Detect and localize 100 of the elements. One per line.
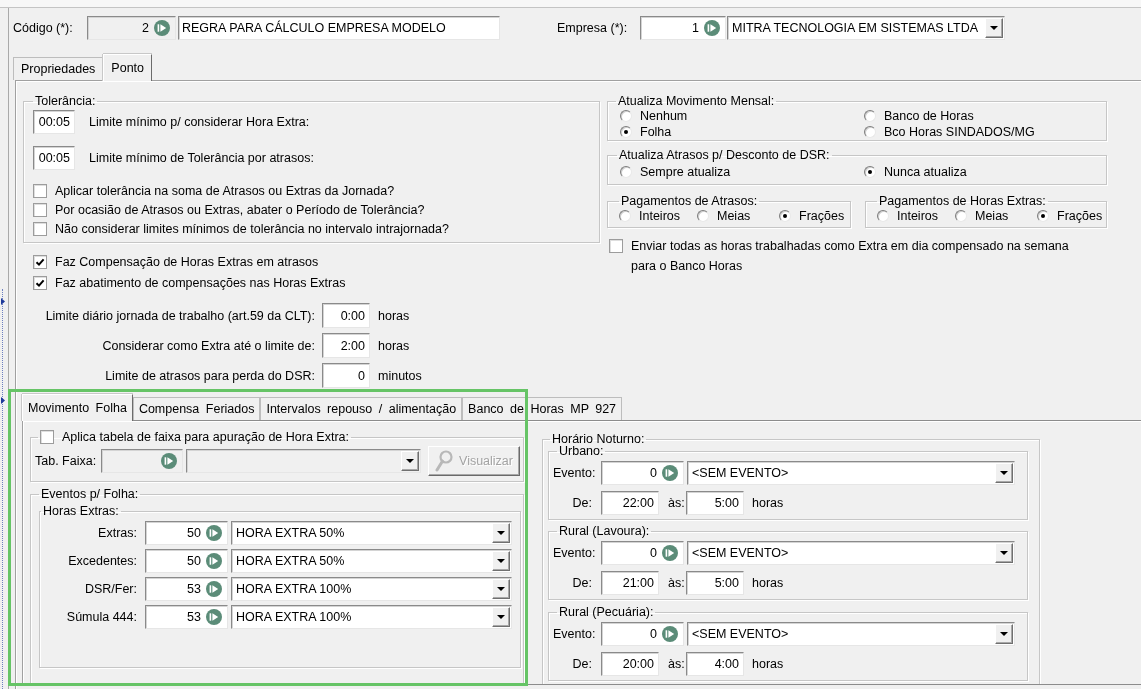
play-circle-icon[interactable] (662, 545, 678, 561)
radio-button[interactable] (620, 126, 632, 138)
dropdown-button[interactable] (995, 543, 1013, 563)
caret-icon (1000, 551, 1008, 555)
dropdown[interactable]: <SEM EVENTO> (687, 541, 1015, 565)
play-circle-icon[interactable] (206, 581, 222, 597)
unit-label: horas (752, 496, 784, 510)
dropdown-button[interactable] (995, 463, 1013, 483)
dropdown-button[interactable] (995, 624, 1013, 644)
tab[interactable]: Movimento Folha (22, 394, 133, 421)
caret-icon (497, 559, 505, 563)
radio-label: Nenhum (640, 109, 688, 123)
dropdown[interactable]: MITRA TECNOLOGIA EM SISTEMAS LTDA (727, 16, 1005, 40)
caret-icon (497, 531, 505, 535)
code-field[interactable]: 50 (145, 549, 228, 573)
play-circle-icon[interactable] (206, 525, 222, 541)
checkbox-label: Enviar todas as horas trabalhadas como Extra em dia compensado na semana para o Banco Horas (631, 238, 1070, 275)
field-label: Limite diário jornada de trabalho (art.59 da CLT): (44, 308, 315, 323)
radio-button[interactable] (779, 210, 791, 222)
checkbox-label: Aplicar tolerância na soma de Atrasos ou Extras da Jornada? (55, 183, 395, 198)
play-circle-icon[interactable] (662, 626, 678, 642)
radio-button[interactable] (877, 210, 889, 222)
code-field[interactable]: 0 (601, 461, 684, 485)
dropdown-button[interactable] (492, 579, 510, 599)
radio-button[interactable] (864, 166, 876, 178)
code-field[interactable]: 2 (87, 16, 176, 40)
radio-label: Meias (975, 209, 1009, 223)
search-icon (435, 450, 453, 472)
checkbox-label: Por ocasião de Atrasos ou Extras, abater o Período de Tolerância? (55, 202, 425, 217)
play-circle-icon[interactable] (206, 553, 222, 569)
text-field[interactable]: REGRA PARA CÁLCULO EMPRESA MODELO (178, 16, 500, 40)
tab[interactable]: Ponto (103, 54, 153, 81)
caret-icon (497, 587, 505, 591)
caret-icon (497, 615, 505, 619)
group-title: Eventos p/ Folha: (40, 487, 140, 501)
checkbox[interactable] (33, 183, 47, 198)
dropdown[interactable]: <SEM EVENTO> (687, 622, 1015, 646)
checkbox[interactable] (33, 254, 47, 269)
radio-button[interactable] (864, 126, 876, 138)
dropdown[interactable]: <SEM EVENTO> (687, 461, 1015, 485)
checkbox-label: Faz Compensação de Horas Extras em atrasos (55, 254, 319, 269)
time-field[interactable]: 00:05 (33, 146, 75, 170)
code-field[interactable]: 53 (145, 605, 228, 629)
code-field[interactable]: 50 (145, 521, 228, 545)
unit-label: minutos (378, 368, 422, 383)
checkbox[interactable] (33, 275, 47, 290)
dropdown-button[interactable] (492, 551, 510, 571)
radio-button[interactable] (620, 166, 632, 178)
dropdown-button[interactable] (985, 18, 1003, 38)
play-circle-icon[interactable] (154, 20, 170, 36)
number-field[interactable]: 0 (322, 363, 370, 388)
field-label: De: (571, 496, 593, 510)
radio-label: Nunca atualiza (884, 165, 967, 179)
triangle-right-icon[interactable] (1, 397, 5, 404)
time-field[interactable]: 5:00 (686, 571, 744, 595)
dropdown[interactable]: HORA EXTRA 50% (231, 549, 512, 573)
field-label: Limite mínimo p/ considerar Hora Extra: (89, 115, 310, 129)
number-field[interactable]: 2:00 (322, 333, 370, 358)
radio-label: Meias (717, 209, 751, 223)
radio-label: Folha (640, 125, 672, 139)
tab[interactable]: Compensa Feriados (132, 397, 261, 420)
code-field[interactable]: 0 (601, 622, 684, 646)
triangle-right-icon[interactable] (1, 298, 5, 305)
radio-button[interactable] (1037, 210, 1049, 222)
radio-button[interactable] (619, 210, 631, 222)
checkbox[interactable] (33, 221, 47, 236)
group-title: Atualiza Movimento Mensal: (617, 94, 776, 108)
tab[interactable]: Propriedades (13, 57, 104, 80)
time-field[interactable]: 5:00 (686, 491, 744, 515)
field-label: Empresa (*): (557, 21, 629, 35)
play-circle-icon[interactable] (662, 465, 678, 481)
radio-button[interactable] (697, 210, 709, 222)
caret-icon (1000, 471, 1008, 475)
dropdown-button[interactable] (492, 523, 510, 543)
dropdown[interactable]: HORA EXTRA 100% (231, 605, 512, 629)
group-title: Pagamentos de Horas Extras: (878, 194, 1047, 208)
time-field[interactable]: 4:00 (686, 652, 744, 676)
play-circle-icon[interactable] (704, 20, 720, 36)
code-field[interactable]: 53 (145, 577, 228, 601)
radio-button[interactable] (955, 210, 967, 222)
tab[interactable]: Intervalos repouso / alimentação (260, 397, 463, 420)
time-field[interactable]: 21:00 (601, 571, 659, 595)
group-title: Horário Noturno: (551, 432, 646, 446)
checkbox[interactable] (609, 239, 623, 253)
time-field[interactable]: 00:05 (33, 110, 75, 134)
dropdown-button[interactable] (492, 607, 510, 627)
number-field[interactable]: 0:00 (322, 303, 370, 328)
tab[interactable]: Banco de Horas MP 927 (462, 397, 623, 420)
code-field[interactable]: 0 (601, 541, 684, 565)
radio-label: Inteiros (897, 209, 938, 223)
dropdown[interactable]: HORA EXTRA 50% (231, 521, 512, 545)
time-field[interactable]: 20:00 (601, 652, 659, 676)
field-label: Súmula 444: (65, 610, 137, 624)
dropdown[interactable]: HORA EXTRA 100% (231, 577, 512, 601)
play-circle-icon[interactable] (206, 609, 222, 625)
radio-button[interactable] (864, 110, 876, 122)
code-field[interactable]: 1 (640, 16, 726, 40)
radio-button[interactable] (620, 110, 632, 122)
checkbox[interactable] (33, 202, 47, 217)
time-field[interactable]: 22:00 (601, 491, 659, 515)
